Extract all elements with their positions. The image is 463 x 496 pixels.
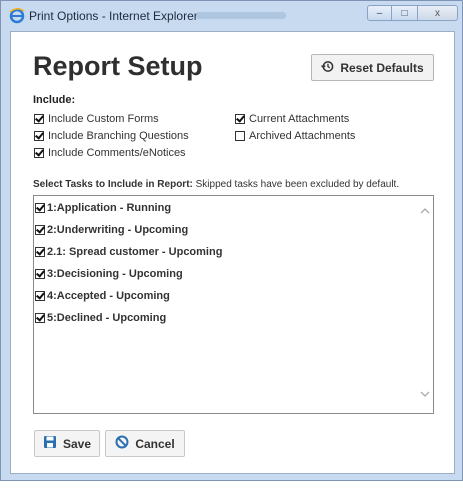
maximize-button[interactable]: □: [392, 5, 418, 21]
browser-window: Print Options - Internet Explorer – □ x …: [0, 0, 463, 481]
task-checkbox[interactable]: [35, 269, 45, 279]
ban-icon: [115, 435, 129, 452]
option-label: Include Comments/eNotices: [48, 147, 186, 159]
cancel-label: Cancel: [135, 436, 175, 451]
reset-defaults-label: Reset Defaults: [340, 60, 424, 75]
list-item[interactable]: 4:Accepted - Upcoming: [35, 290, 170, 302]
option-label: Current Attachments: [249, 113, 350, 125]
reset-defaults-button[interactable]: Reset Defaults: [311, 54, 434, 81]
task-checkbox[interactable]: [35, 225, 45, 235]
list-item[interactable]: 2:Underwriting - Upcoming: [35, 224, 188, 236]
floppy-disk-icon: [43, 435, 57, 452]
checkbox-branching-questions[interactable]: [34, 131, 44, 141]
internet-explorer-icon: [9, 8, 25, 24]
task-checkbox[interactable]: [35, 203, 45, 213]
close-button[interactable]: x: [418, 5, 458, 21]
task-list[interactable]: 1:Application - Running 2:Underwriting -…: [33, 195, 434, 414]
include-heading: Include:: [33, 94, 76, 106]
option-label: Include Custom Forms: [48, 113, 159, 125]
option-branching-questions[interactable]: Include Branching Questions: [34, 130, 189, 142]
task-label: 4:Accepted - Upcoming: [47, 290, 170, 302]
list-item[interactable]: 2.1: Spread customer - Upcoming: [35, 246, 222, 258]
tasks-label-bold: Select Tasks to Include in Report:: [33, 179, 193, 190]
dialog-content: Report Setup Reset Defaults Include: Inc…: [10, 31, 455, 474]
tasks-instructions: Select Tasks to Include in Report: Skipp…: [33, 179, 399, 190]
list-item[interactable]: 3:Decisioning - Upcoming: [35, 268, 183, 280]
option-custom-forms[interactable]: Include Custom Forms: [34, 113, 159, 125]
tasks-label-note: Skipped tasks have been excluded by defa…: [195, 179, 400, 190]
page-title: Report Setup: [33, 51, 203, 81]
checkbox-custom-forms[interactable]: [34, 114, 44, 124]
checkbox-current-attachments[interactable]: [235, 114, 245, 124]
history-icon: [321, 60, 334, 76]
scroll-down-icon[interactable]: [420, 389, 430, 401]
minimize-button[interactable]: –: [367, 5, 392, 21]
task-label: 2.1: Spread customer - Upcoming: [47, 246, 223, 258]
checkbox-archived-attachments[interactable]: [235, 131, 245, 141]
option-label: Include Branching Questions: [48, 130, 189, 142]
scroll-up-icon[interactable]: [420, 206, 430, 218]
task-checkbox[interactable]: [35, 291, 45, 301]
task-checkbox[interactable]: [35, 247, 45, 257]
list-item[interactable]: 1:Application - Running: [35, 202, 171, 214]
task-label: 3:Decisioning - Upcoming: [47, 268, 183, 280]
task-checkbox[interactable]: [35, 313, 45, 323]
task-label: 5:Declined - Upcoming: [47, 312, 167, 324]
option-comments-enotices[interactable]: Include Comments/eNotices: [34, 147, 186, 159]
blurred-url: [196, 12, 286, 19]
checkbox-comments-enotices[interactable]: [34, 148, 44, 158]
task-label: 2:Underwriting - Upcoming: [47, 224, 189, 236]
title-bar[interactable]: Print Options - Internet Explorer – □ x: [1, 1, 462, 31]
save-button[interactable]: Save: [34, 430, 100, 457]
task-label: 1:Application - Running: [47, 202, 172, 214]
option-current-attachments[interactable]: Current Attachments: [235, 113, 349, 125]
cancel-button[interactable]: Cancel: [105, 430, 185, 457]
option-label: Archived Attachments: [249, 130, 356, 142]
option-archived-attachments[interactable]: Archived Attachments: [235, 130, 355, 142]
window-title: Print Options - Internet Explorer: [29, 9, 198, 23]
save-label: Save: [62, 436, 92, 451]
list-item[interactable]: 5:Declined - Upcoming: [35, 312, 166, 324]
